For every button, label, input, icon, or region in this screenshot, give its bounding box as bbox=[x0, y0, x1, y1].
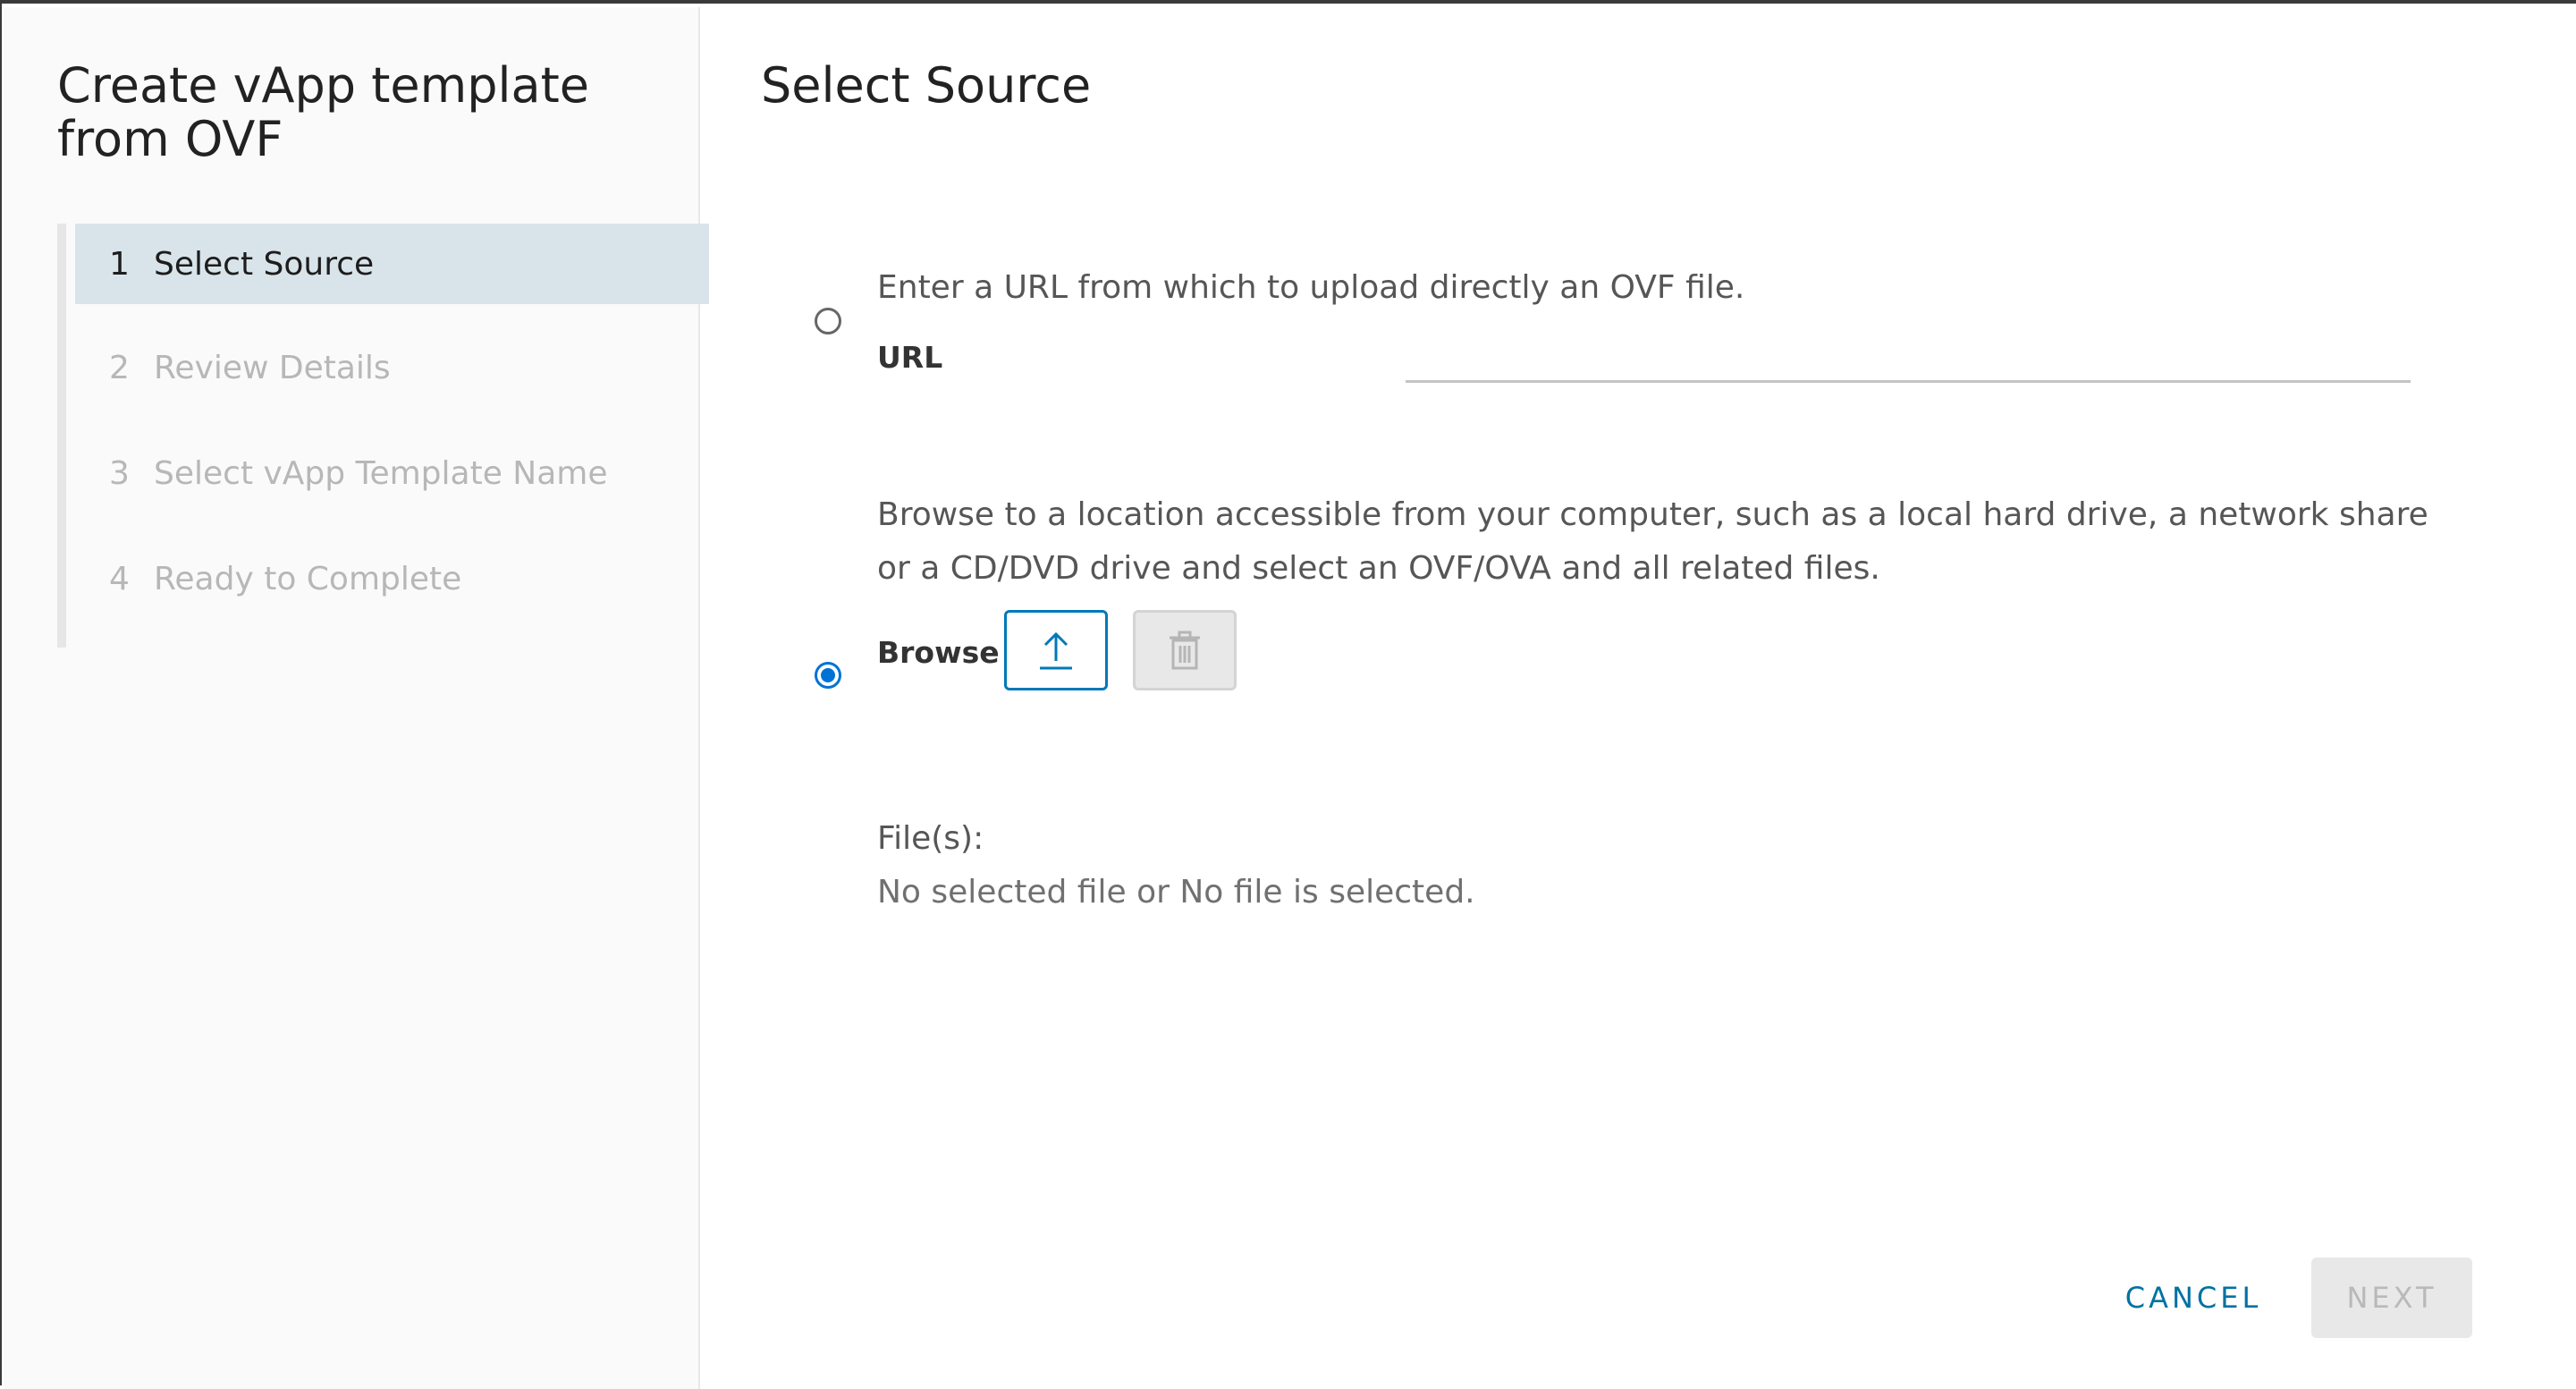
url-source-radio[interactable] bbox=[815, 308, 841, 335]
delete-button[interactable] bbox=[1133, 610, 1237, 690]
upload-icon bbox=[1040, 631, 1072, 670]
step-number: 2 bbox=[109, 349, 130, 386]
upload-button[interactable] bbox=[1004, 610, 1108, 690]
wizard-steps: 1 Select Source 2 Review Details 3 Selec… bbox=[57, 224, 709, 648]
wizard-modal: Create vApp template from OVF 1 Select S… bbox=[0, 0, 2576, 1389]
url-description: Enter a URL from which to upload directl… bbox=[877, 269, 1745, 306]
step-number: 3 bbox=[109, 454, 130, 492]
step-ready-to-complete[interactable]: 4 Ready to Complete bbox=[75, 538, 709, 619]
step-label: Review Details bbox=[154, 349, 391, 386]
url-label: URL bbox=[877, 340, 943, 375]
files-value: No selected file or No file is selected. bbox=[877, 874, 1475, 910]
url-input[interactable] bbox=[1406, 329, 2411, 383]
browse-label: Browse bbox=[877, 635, 1000, 670]
step-label: Select Source bbox=[154, 245, 375, 283]
step-number: 4 bbox=[109, 560, 130, 597]
step-label: Select vApp Template Name bbox=[154, 454, 608, 492]
step-number: 1 bbox=[109, 245, 130, 283]
cancel-button[interactable]: CANCEL bbox=[2113, 1258, 2274, 1338]
step-label: Ready to Complete bbox=[154, 560, 462, 597]
wizard-content: Select Source Enter a URL from which to … bbox=[702, 7, 2576, 1385]
step-select-vapp-template-name[interactable]: 3 Select vApp Template Name bbox=[75, 433, 709, 513]
browse-source-radio[interactable] bbox=[815, 662, 841, 689]
step-select-source[interactable]: 1 Select Source bbox=[75, 224, 709, 304]
files-label: File(s): bbox=[877, 820, 984, 857]
trash-icon bbox=[1170, 631, 1200, 670]
page-title: Select Source bbox=[761, 57, 1092, 114]
browse-description: Browse to a location accessible from you… bbox=[877, 496, 2428, 587]
next-button[interactable]: NEXT bbox=[2311, 1258, 2472, 1338]
wizard-sidebar: Create vApp template from OVF 1 Select S… bbox=[4, 7, 709, 1389]
step-review-details[interactable]: 2 Review Details bbox=[75, 327, 709, 408]
wizard-title: Create vApp template from OVF bbox=[57, 57, 589, 167]
